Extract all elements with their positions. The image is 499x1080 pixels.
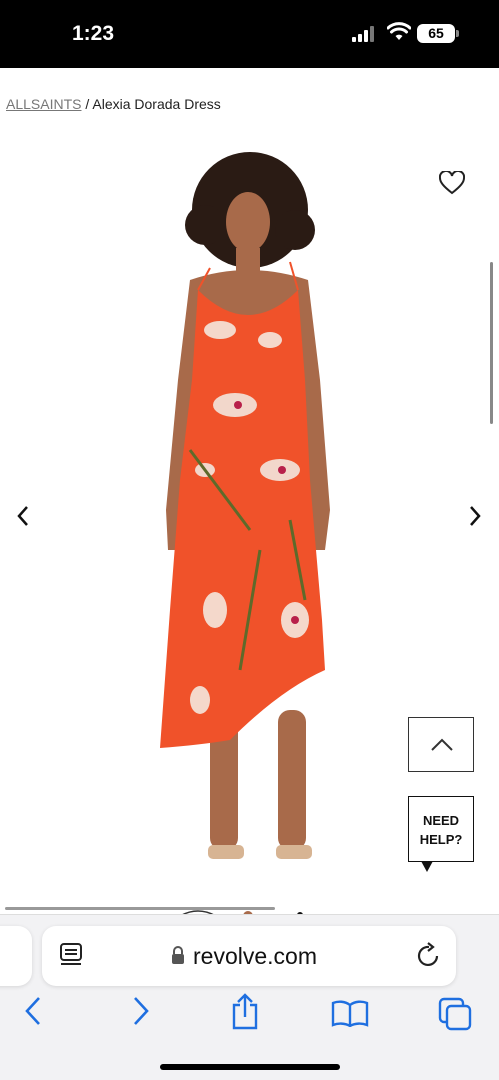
home-indicator[interactable]	[160, 1064, 340, 1070]
wifi-icon	[387, 22, 411, 40]
reload-icon[interactable]	[416, 942, 442, 970]
address-bar[interactable]: revolve.com	[42, 926, 456, 986]
forward-icon[interactable]	[130, 995, 152, 1027]
tabs-icon[interactable]	[438, 997, 472, 1031]
chevron-up-icon	[431, 738, 453, 751]
bookmarks-icon[interactable]	[331, 999, 369, 1027]
chevron-left-icon[interactable]	[16, 505, 30, 527]
breadcrumb-separator: /	[81, 96, 93, 112]
breadcrumb-brand-link[interactable]: ALLSAINTS	[6, 96, 81, 112]
back-icon[interactable]	[22, 995, 44, 1027]
need-help-line1: NEED	[422, 813, 460, 828]
product-image[interactable]	[130, 150, 360, 880]
breadcrumb-product: Alexia Dorada Dress	[92, 96, 221, 112]
status-time: 1:23	[72, 22, 115, 45]
battery-indicator: 65	[417, 24, 459, 43]
image-scrollbar[interactable]	[490, 262, 493, 424]
need-help-button[interactable]: NEED HELP?	[408, 796, 474, 872]
browser-toolbar: revolve.com	[0, 914, 499, 1080]
share-icon[interactable]	[229, 993, 261, 1031]
url-text: revolve.com	[193, 943, 317, 969]
breadcrumb: ALLSAINTS / Alexia Dorada Dress	[6, 96, 221, 112]
status-bar: 1:23 65	[0, 0, 499, 68]
wishlist-heart-icon[interactable]	[439, 171, 465, 195]
signal-icon	[352, 26, 374, 42]
need-help-line2: HELP?	[419, 832, 463, 847]
lock-icon	[172, 946, 184, 964]
previous-tab-card[interactable]	[0, 926, 32, 986]
chevron-right-icon[interactable]	[468, 505, 482, 527]
back-to-top-button[interactable]	[408, 717, 474, 772]
reader-mode-icon[interactable]	[59, 942, 83, 968]
